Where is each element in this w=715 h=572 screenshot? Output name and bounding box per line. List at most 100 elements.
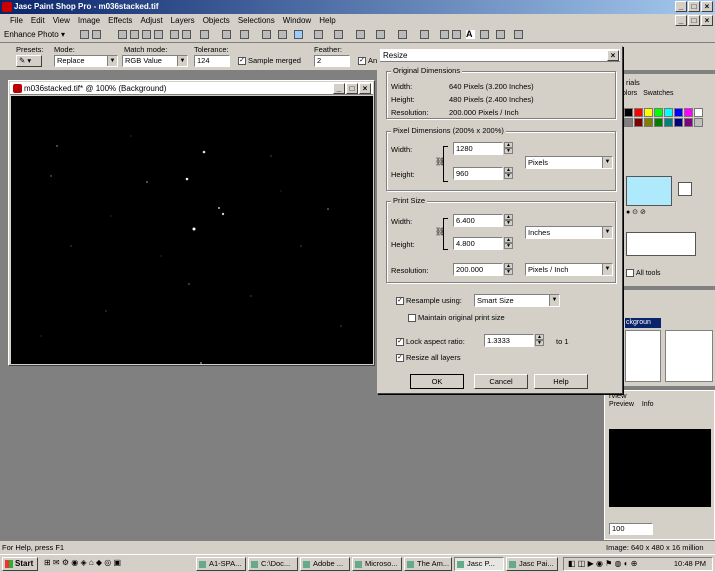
dodge-icon[interactable] [376,30,385,39]
swatch[interactable] [684,108,693,117]
task-adobe[interactable]: Adobe ... [300,557,350,571]
text-icon[interactable]: A [466,30,475,39]
presets-dropdown[interactable]: ✎ ▾ [16,55,42,67]
menu-file[interactable]: File [10,14,23,27]
menu-adjust[interactable]: Adjust [140,14,162,27]
task-a1-spa[interactable]: A1-SPA... [196,557,246,571]
tab-colors[interactable]: olors [622,90,637,97]
overview-thumbnail[interactable] [609,429,711,507]
swatch[interactable] [654,108,663,117]
pixel-height-field[interactable]: 960 [453,167,503,180]
deform-icon[interactable] [514,30,523,39]
picture-tube-icon[interactable] [452,30,461,39]
image-icon[interactable] [200,30,209,39]
swatch[interactable] [674,108,683,117]
adjust-icon[interactable] [130,30,139,39]
tray-icons[interactable]: ◧ ◫ ▶ ◉ ⚑ ◍ ◐ ⊕ [568,558,638,570]
minimize-button[interactable]: _ [675,1,687,12]
start-button[interactable]: Start [2,557,38,571]
quick-launch[interactable]: ⊞ ✉ ⚙ ◉ ◈ ⌂ ◆ ◎ ▣ [44,558,194,570]
dialog-title-bar[interactable]: Resize × [380,49,620,62]
swatch[interactable] [694,108,703,117]
tolerance-field[interactable]: 124 [194,55,230,67]
resample-select[interactable]: Smart Size ▼ [474,294,560,307]
grid-icon[interactable] [92,30,101,39]
stroke-color-swatch[interactable] [626,232,696,256]
all-tools-checkbox[interactable]: All tools [626,269,661,277]
camera-icon[interactable] [118,30,127,39]
swatch[interactable] [674,118,683,127]
arrow-icon[interactable] [222,30,231,39]
pen-icon[interactable] [496,30,505,39]
layer-background[interactable]: ckgroun [625,318,661,328]
task-the-am[interactable]: The Am... [404,557,452,571]
clone-icon[interactable] [356,30,365,39]
doc-restore-button[interactable]: □ [688,15,700,26]
channels-icon[interactable] [170,30,179,39]
feather-field[interactable]: 2 [314,55,350,67]
image-window-title[interactable]: m036stacked.tif* @ 100% (Background) _ □… [10,82,373,95]
task-microsoft[interactable]: Microso... [352,557,402,571]
sample-merged-checkbox[interactable]: ✓ Sample merged [238,56,301,66]
menu-layers[interactable]: Layers [171,14,195,27]
dialog-close-button[interactable]: × [607,50,619,61]
swatch[interactable] [664,108,673,117]
print-width-field[interactable]: 6.400 [453,214,503,227]
dropper-icon[interactable] [314,30,323,39]
resolution-unit-select[interactable]: Pixels / Inch ▼ [525,263,613,276]
zoom-field[interactable]: 100 [609,523,653,535]
menu-selections[interactable]: Selections [238,14,275,27]
match-mode-select[interactable]: RGB Value ▼ [122,55,188,67]
crop-icon[interactable] [262,30,271,39]
selection-icon[interactable] [240,30,249,39]
close-button[interactable]: × [701,1,713,12]
pixel-width-spinner[interactable]: ▲ ▼ [504,142,513,155]
menu-effects[interactable]: Effects [108,14,132,27]
pixel-width-field[interactable]: 1280 [453,142,503,155]
aspect-ratio-spinner[interactable]: ▲ ▼ [535,334,544,347]
brush-icon[interactable] [334,30,343,39]
aspect-ratio-field[interactable]: 1.3333 [484,334,534,347]
menu-image[interactable]: Image [78,14,100,27]
background-color-swatch[interactable] [678,182,692,196]
tab-swatches[interactable]: Swatches [643,90,673,97]
doc-minimize-button[interactable]: _ [675,15,687,26]
color-icon[interactable] [182,30,191,39]
task-jasc-active[interactable]: Jasc P... [454,557,504,571]
task-documents[interactable]: C:\Doc... [248,557,298,571]
swatch[interactable] [654,118,663,127]
image-minimize-button[interactable]: _ [333,83,345,94]
resample-checkbox[interactable]: ✓ Resample using: [396,296,462,306]
swatch[interactable] [664,118,673,127]
resize-all-layers-checkbox[interactable]: ✓ Resize all layers [396,353,461,363]
print-resolution-field[interactable]: 200.000 [453,263,503,276]
maximize-button[interactable]: □ [688,1,700,12]
print-width-spinner[interactable]: ▲ ▼ [504,214,513,227]
swatch[interactable] [634,118,643,127]
print-height-field[interactable]: 4.800 [453,237,503,250]
lock-aspect-checkbox[interactable]: ✓ Lock aspect ratio: [396,337,465,347]
tab-preview[interactable]: Preview [609,401,634,408]
cancel-button[interactable]: Cancel [474,374,528,389]
swatch[interactable] [644,118,653,127]
foreground-color-swatch[interactable] [626,176,672,206]
menu-help[interactable]: Help [319,14,335,27]
maintain-print-size-checkbox[interactable]: Maintain original print size [408,313,505,323]
enhance-photo-button[interactable]: Enhance Photo ▾ [2,29,67,41]
shape-icon[interactable] [480,30,489,39]
pixel-height-spinner[interactable]: ▲ ▼ [504,167,513,180]
levels-icon[interactable] [142,30,151,39]
image-maximize-button[interactable]: □ [346,83,358,94]
menu-view[interactable]: View [53,14,70,27]
swatch[interactable] [624,108,633,117]
swatch[interactable] [624,118,633,127]
wand-icon[interactable] [294,30,303,39]
image-canvas[interactable] [11,96,373,364]
task-jasc-paint[interactable]: Jasc Pai... [506,557,558,571]
ok-button[interactable]: OK [410,374,464,389]
swatch[interactable] [634,108,643,117]
eye-icon[interactable] [80,30,89,39]
fill-icon[interactable] [440,30,449,39]
print-unit-select[interactable]: Inches ▼ [525,226,613,239]
eraser-icon[interactable] [420,30,429,39]
